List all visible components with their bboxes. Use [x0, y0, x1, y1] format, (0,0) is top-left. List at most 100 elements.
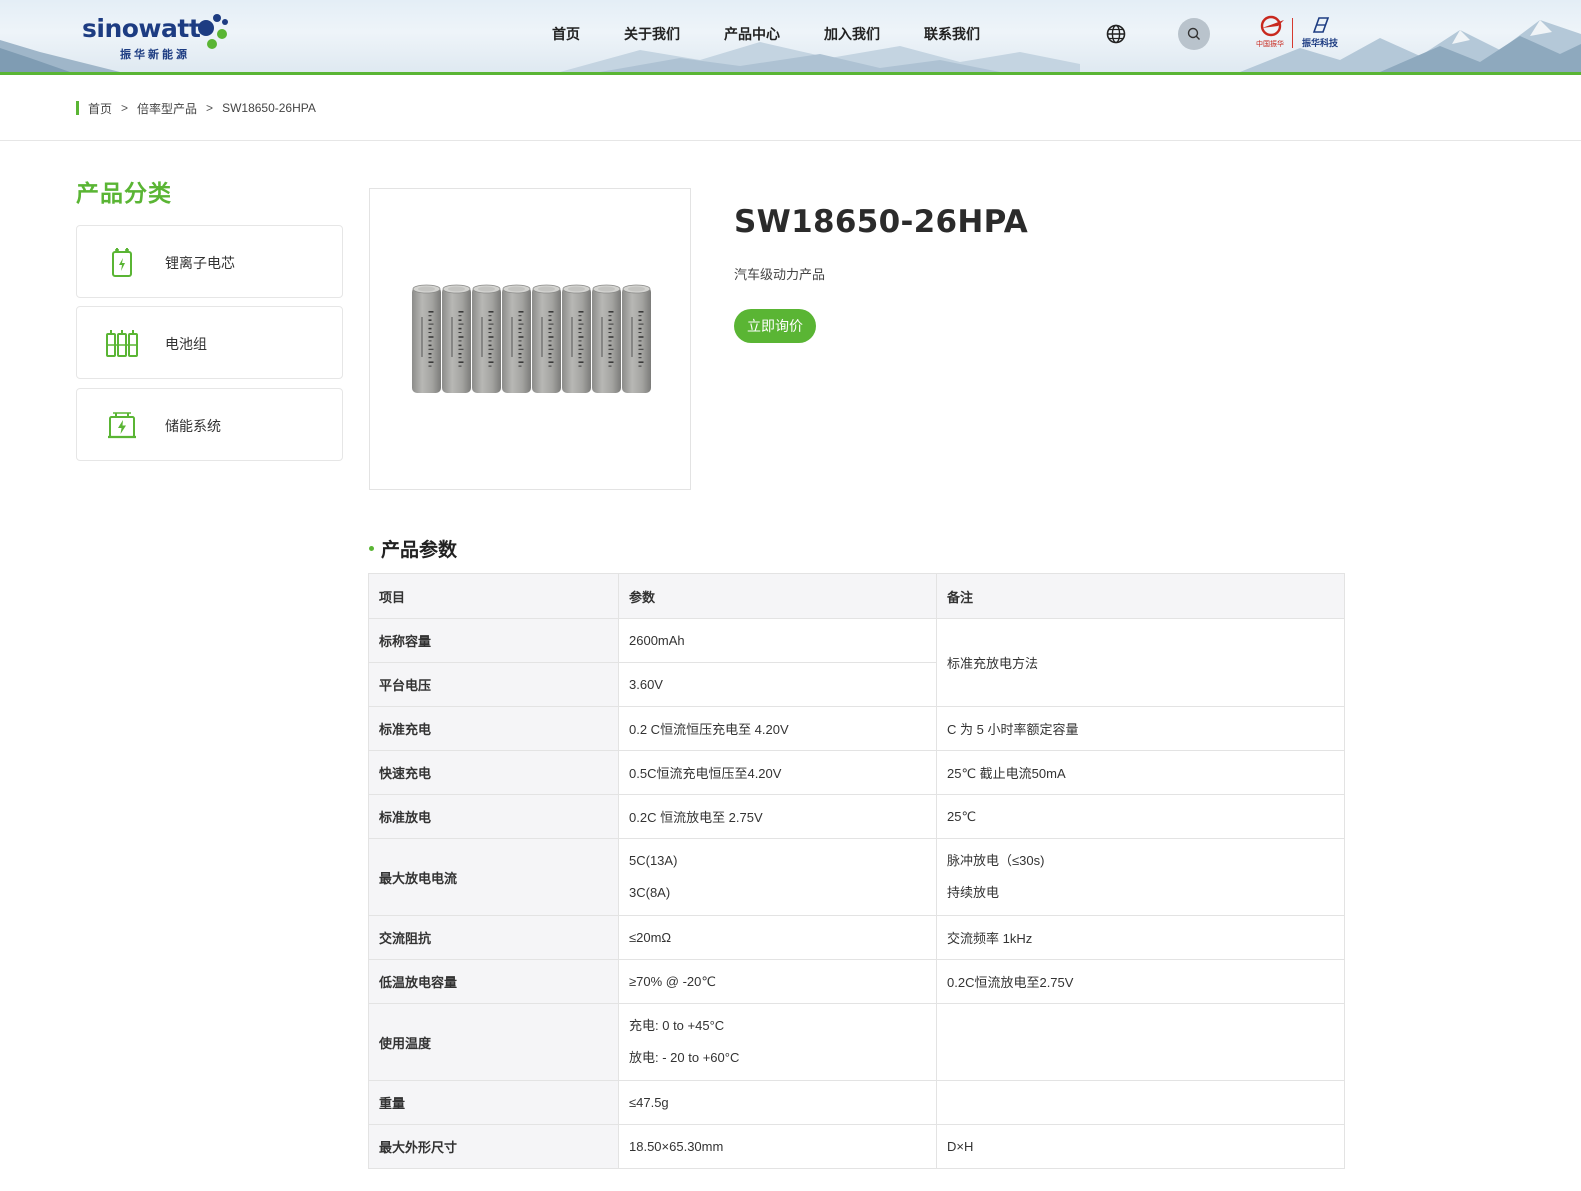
energy-storage-icon: [108, 412, 136, 439]
breadcrumb-separator: >: [121, 101, 129, 115]
cell-note: C 为 5 小时率额定容量: [936, 706, 1345, 751]
cell-note: [936, 1080, 1345, 1125]
cell-item: 最大放电电流: [368, 838, 619, 916]
battery-cells-image: [412, 284, 651, 393]
cell-note: D×H: [936, 1124, 1345, 1169]
header-cell-note: 备注: [936, 573, 1345, 619]
breadcrumb-separator: >: [206, 101, 214, 115]
battery-cell-shape: [532, 284, 561, 393]
table-row: 重量 ≤47.5g: [368, 1080, 1345, 1125]
table-row: 快速充电 0.5C恒流充电恒压至4.20V 25℃ 截止电流50mA: [368, 750, 1345, 795]
battery-cell-shape: [622, 284, 651, 393]
sidebar-item-label: 锂离子电芯: [165, 255, 235, 271]
partner-logo-divider: [1292, 18, 1293, 48]
search-button[interactable]: [1178, 18, 1210, 50]
battery-cell-shape: [502, 284, 531, 393]
nav-contact[interactable]: 联系我们: [924, 22, 980, 46]
cell-item: 使用温度: [368, 1003, 619, 1081]
cell-item: 标准放电: [368, 794, 619, 839]
cell-note-line: 持续放电: [947, 885, 1000, 900]
header-cell-item: 项目: [368, 573, 619, 619]
cell-item: 快速充电: [368, 750, 619, 795]
logo-dots-icon: [198, 14, 228, 49]
section-bullet-icon: [369, 545, 374, 551]
battery-cell-shape: [412, 284, 441, 393]
battery-cell-icon: [112, 248, 132, 277]
main-nav: 首页 关于我们 产品中心 加入我们 联系我们: [552, 22, 1024, 46]
breadcrumb-home[interactable]: 首页: [88, 100, 112, 117]
cell-item: 标准充电: [368, 706, 619, 751]
cell-param: ≤47.5g: [618, 1080, 937, 1125]
breadcrumb: 首页 > 倍率型产品 > SW18650-26HPA: [76, 100, 316, 116]
battery-pack-icon: [106, 330, 138, 357]
cell-param: 3.60V: [618, 662, 937, 707]
china-zhenhua-logo-icon: [1260, 15, 1284, 37]
cell-item: 最大外形尺寸: [368, 1124, 619, 1169]
nav-products[interactable]: 产品中心: [724, 22, 780, 46]
nav-about[interactable]: 关于我们: [624, 22, 680, 46]
globe-icon[interactable]: [1106, 24, 1126, 44]
sidebar-item-battery-pack[interactable]: 电池组: [76, 306, 343, 379]
cell-item: 低温放电容量: [368, 959, 619, 1004]
cell-note: 标准充放电方法: [936, 618, 1345, 707]
battery-cell-shape: [562, 284, 591, 393]
cell-param: 5C(13A) 3C(8A): [618, 838, 937, 916]
cell-note: 25℃: [936, 794, 1345, 839]
search-icon: [1187, 27, 1200, 40]
cell-note: 0.2C恒流放电至2.75V: [936, 959, 1345, 1004]
cell-note-line: 脉冲放电（≤30s): [947, 853, 1045, 868]
table-row: 使用温度 充电: 0 to +45°C 放电: - 20 to +60°C: [368, 1003, 1345, 1081]
partner-logo-1-text: 中国振华: [1256, 41, 1284, 48]
product-subtitle: 汽车级动力产品: [734, 267, 826, 282]
cell-item: 平台电压: [368, 662, 619, 707]
nav-home[interactable]: 首页: [552, 22, 580, 46]
cell-param: 0.2 C恒流恒压充电至 4.20V: [618, 706, 937, 751]
cell-item: 重量: [368, 1080, 619, 1125]
cell-note: [936, 1003, 1345, 1081]
zhenhua-tech-logo-icon: [1312, 17, 1330, 33]
product-image-frame: [369, 188, 691, 490]
sidebar-item-energy-storage[interactable]: 储能系统: [76, 388, 343, 461]
sidebar-title: 产品分类: [76, 180, 172, 206]
params-table: 项目 参数 备注 标称容量 2600mAh 标准充放电方法 平台电压 3.60V…: [368, 573, 1345, 1169]
cell-param: 18.50×65.30mm: [618, 1124, 937, 1169]
battery-cell-shape: [442, 284, 471, 393]
cell-param: 0.5C恒流充电恒压至4.20V: [618, 750, 937, 795]
sidebar-item-li-ion-cell[interactable]: 锂离子电芯: [76, 225, 343, 298]
nav-join[interactable]: 加入我们: [824, 22, 880, 46]
cell-note: 脉冲放电（≤30s) 持续放电: [936, 838, 1345, 916]
sinowatt-logo[interactable]: sinowatt 振华新能源: [82, 8, 242, 64]
inquiry-button[interactable]: 立即询价: [734, 309, 816, 343]
table-row: 标准放电 0.2C 恒流放电至 2.75V 25℃: [368, 794, 1345, 839]
cell-note: 交流频率 1kHz: [936, 915, 1345, 960]
battery-cell-shape: [472, 284, 501, 393]
breadcrumb-category[interactable]: 倍率型产品: [137, 100, 197, 117]
table-header-row: 项目 参数 备注: [368, 573, 1345, 619]
cell-note: 25℃ 截止电流50mA: [936, 750, 1345, 795]
sidebar-item-label: 电池组: [165, 336, 207, 352]
battery-cell-shape: [592, 284, 621, 393]
cell-item: 交流阻抗: [368, 915, 619, 960]
breadcrumb-bar: 首页 > 倍率型产品 > SW18650-26HPA: [0, 78, 1581, 141]
cell-param: ≤20mΩ: [618, 915, 937, 960]
logo-wordmark: sinowatt: [82, 14, 201, 43]
table-row: 标称容量 2600mAh 标准充放电方法: [368, 618, 1345, 707]
table-row: 标准充电 0.2 C恒流恒压充电至 4.20V C 为 5 小时率额定容量: [368, 706, 1345, 751]
params-section-title: 产品参数: [369, 536, 458, 561]
logo-subtext: 振华新能源: [120, 49, 190, 61]
params-title-text: 产品参数: [381, 539, 458, 561]
cell-param: ≥70% @ -20℃: [618, 959, 937, 1004]
cell-param-line: 3C(8A): [629, 885, 671, 900]
table-row: 最大放电电流 5C(13A) 3C(8A) 脉冲放电（≤30s) 持续放电: [368, 838, 1345, 916]
table-row: 最大外形尺寸 18.50×65.30mm D×H: [368, 1124, 1345, 1169]
cell-param-line: 放电: - 20 to +60°C: [629, 1050, 740, 1065]
partner-logos[interactable]: 中国振华 振华科技: [1256, 14, 1346, 54]
cell-item: 标称容量: [368, 618, 619, 663]
cell-param-line: 5C(13A): [629, 853, 678, 868]
table-row: 交流阻抗 ≤20mΩ 交流频率 1kHz: [368, 915, 1345, 960]
sidebar-item-label: 储能系统: [165, 418, 221, 434]
breadcrumb-accent-bar: [76, 101, 79, 115]
product-title: SW18650-26HPA: [734, 204, 1029, 240]
cell-param-line: 充电: 0 to +45°C: [629, 1018, 725, 1033]
partner-logo-2-text: 振华科技: [1302, 38, 1339, 48]
